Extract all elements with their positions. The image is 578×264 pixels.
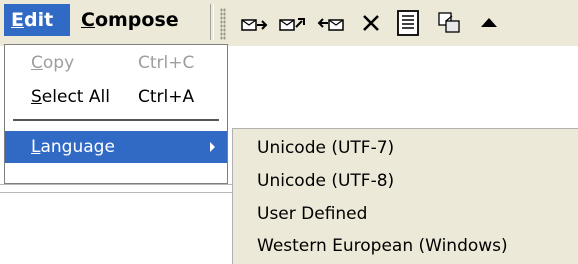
delete-button[interactable]: [354, 6, 388, 40]
delete-icon: [363, 15, 379, 31]
mail-reply-button[interactable]: [276, 6, 310, 40]
language-submenu: Unicode (UTF-7) Unicode (UTF-8) User Def…: [232, 128, 578, 264]
menu-bar: Edit Compose: [0, 0, 578, 46]
menu-item-select-all-label: Select All: [31, 87, 110, 107]
menu-compose[interactable]: Compose: [74, 4, 206, 36]
menu-edit-label: dit: [23, 9, 54, 31]
menu-item-language[interactable]: Language: [5, 131, 227, 163]
menu-compose-label: ompose: [94, 9, 179, 31]
toolbar-grip[interactable]: [220, 8, 226, 40]
mail-reply-icon: [279, 18, 305, 31]
menu-item-copy-label: Copy: [31, 53, 75, 73]
menu-item-select-all-shortcut: Ctrl+A: [138, 87, 195, 107]
arrow-up-icon: [481, 18, 497, 27]
menu-item-copy[interactable]: Copy Ctrl+C: [5, 47, 227, 79]
language-item-utf7[interactable]: Unicode (UTF-7): [257, 132, 394, 164]
divider-line: [0, 192, 232, 193]
menu-separator: [13, 119, 219, 121]
mail-reply-all-icon: [317, 18, 344, 31]
menu-edit-mnemonic: E: [11, 9, 24, 31]
message-list-icon: [397, 10, 419, 36]
language-item-utf8[interactable]: Unicode (UTF-8): [257, 165, 394, 197]
menubar-separator: [210, 4, 214, 40]
menu-item-copy-shortcut: Ctrl+C: [138, 53, 195, 73]
menu-item-language-label: Language: [31, 137, 115, 157]
language-item-user-defined[interactable]: User Defined: [257, 198, 367, 230]
menu-item-select-all[interactable]: Select All Ctrl+A: [5, 81, 227, 113]
arrow-up-button[interactable]: [472, 6, 506, 40]
edit-dropdown-menu: Copy Ctrl+C Select All Ctrl+A Language: [4, 44, 228, 184]
message-list-button[interactable]: [392, 6, 426, 40]
submenu-arrow-icon: [210, 142, 215, 152]
menu-edit[interactable]: Edit: [4, 4, 70, 36]
divider-line: [0, 184, 232, 185]
copy-to-folder-icon: [438, 12, 460, 33]
mail-reply-all-button[interactable]: [314, 6, 348, 40]
copy-to-folder-button[interactable]: [432, 6, 466, 40]
mail-forward-icon: [241, 19, 268, 31]
menu-compose-mnemonic: C: [81, 9, 95, 31]
language-item-western-european[interactable]: Western European (Windows): [257, 230, 508, 262]
mail-forward-button[interactable]: [238, 6, 272, 40]
